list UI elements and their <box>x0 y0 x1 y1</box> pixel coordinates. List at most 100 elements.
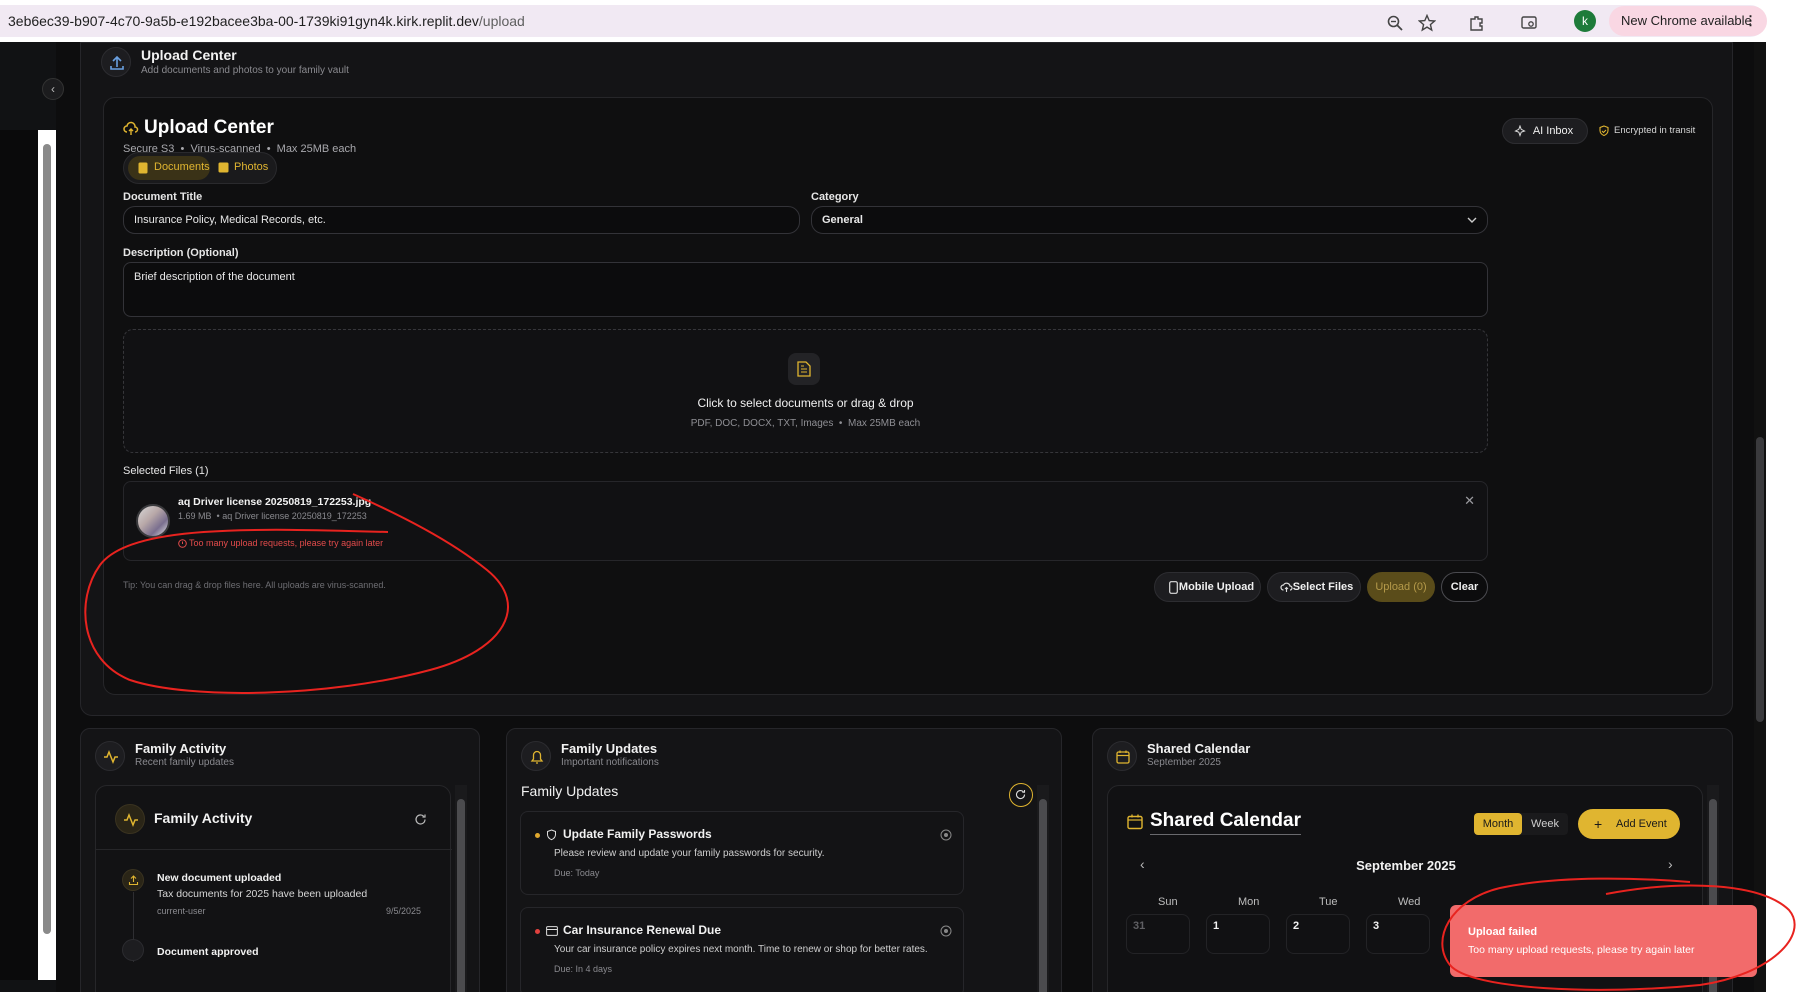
cloud-upload-icon <box>123 121 139 135</box>
toast-title: Upload failed <box>1468 926 1538 938</box>
select-files-button[interactable]: Select Files <box>1267 572 1361 602</box>
priority-dot <box>535 833 540 838</box>
updates-subtitle: Important notifications <box>561 757 659 768</box>
upload-submit-button[interactable]: Upload (0) <box>1367 572 1435 602</box>
file-name: aq Driver license 20250819_172253.jpg <box>178 496 372 508</box>
bell-icon <box>530 750 544 764</box>
page-scrollbar[interactable] <box>1754 42 1766 992</box>
tab-photos[interactable]: Photos <box>216 156 274 180</box>
updates-scroll-thumb[interactable] <box>1039 799 1047 992</box>
address-bar[interactable]: 3eb6ec39-b907-4c70-9a5b-e192bacee3ba-00-… <box>0 5 1766 37</box>
cloud-upload-icon <box>1280 582 1293 592</box>
upload-header-icon-wrap <box>101 47 131 77</box>
update-due: Due: In 4 days <box>554 964 613 974</box>
activity-icon <box>124 812 138 828</box>
update-item[interactable]: Update Family Passwords Please review an… <box>520 811 964 895</box>
refresh-button[interactable] <box>1009 783 1033 807</box>
calendar-title: Shared Calendar <box>1147 741 1251 756</box>
file-text-icon <box>797 361 811 377</box>
zoom-icon[interactable] <box>1386 14 1404 32</box>
smartphone-icon <box>1169 581 1178 594</box>
extensions-icon[interactable] <box>1468 14 1486 32</box>
encrypted-label: Encrypted in transit <box>1614 125 1696 136</box>
dropzone-icon-wrap <box>788 353 820 385</box>
plus-icon: + <box>1594 816 1603 832</box>
url-text[interactable]: 3eb6ec39-b907-4c70-9a5b-e192bacee3ba-00-… <box>8 13 525 29</box>
error-icon <box>178 539 187 548</box>
refresh-icon[interactable] <box>414 813 427 826</box>
file-error: Too many upload requests, please try aga… <box>189 538 384 548</box>
mark-read-icon[interactable] <box>940 829 952 841</box>
error-toast[interactable]: Upload failed Too many upload requests, … <box>1450 905 1757 977</box>
credit-card-icon <box>546 926 558 936</box>
activity-scroll-thumb[interactable] <box>457 799 465 992</box>
shield-check-icon <box>1599 125 1609 137</box>
calendar-header-icon-wrap <box>1107 741 1137 771</box>
tab-search-icon[interactable] <box>1520 14 1538 32</box>
left-panel <box>0 130 42 980</box>
section-title: Upload Center <box>141 47 237 63</box>
activity-icon <box>104 749 118 765</box>
chevron-down-icon <box>1467 217 1477 223</box>
activity-item-icon-wrap <box>122 939 144 961</box>
category-label: Category <box>811 191 859 203</box>
photo-icon <box>218 162 229 173</box>
family-activity-card: Family Activity Recent family updates Fa… <box>80 728 480 992</box>
weekday-header: Tue <box>1319 896 1338 908</box>
browser-chrome: 3eb6ec39-b907-4c70-9a5b-e192bacee3ba-00-… <box>0 0 1801 42</box>
file-thumbnail <box>136 504 170 538</box>
refresh-icon <box>1015 790 1026 800</box>
updates-scrollbar[interactable] <box>1037 785 1049 992</box>
page-scroll-thumb[interactable] <box>1756 437 1764 722</box>
profile-avatar[interactable]: k <box>1574 10 1596 32</box>
update-item[interactable]: Car Insurance Renewal Due Your car insur… <box>520 907 964 992</box>
category-select[interactable]: General <box>811 206 1488 234</box>
description-label: Description (Optional) <box>123 247 239 259</box>
activity-panel-header <box>96 786 452 850</box>
mobile-upload-button[interactable]: Mobile Upload <box>1154 572 1261 602</box>
shield-icon <box>547 829 556 841</box>
section-subtitle: Add documents and photos to your family … <box>141 65 349 76</box>
upload-type-tabs: Documents Photos <box>123 152 277 184</box>
tab-documents[interactable]: Documents <box>128 156 210 180</box>
collapse-sidebar-button[interactable]: ‹ <box>42 78 64 100</box>
month-label: September 2025 <box>1356 858 1456 873</box>
family-updates-card: Family Updates Important notifications F… <box>506 728 1062 992</box>
activity-item-title: New document uploaded <box>157 872 282 884</box>
activity-header-icon-wrap <box>95 741 125 771</box>
toast-message: Too many upload requests, please try aga… <box>1468 944 1695 956</box>
clear-button[interactable]: Clear <box>1441 572 1488 602</box>
view-toggle: Month Week <box>1474 813 1568 835</box>
description-textarea[interactable]: Brief description of the document <box>123 262 1488 317</box>
ai-inbox-button[interactable]: AI Inbox <box>1502 118 1588 144</box>
calendar-day[interactable]: 2 <box>1286 914 1350 954</box>
more-menu-icon[interactable]: ⋮ <box>1744 6 1757 36</box>
calendar-day[interactable]: 3 <box>1366 914 1430 954</box>
week-view-button[interactable]: Week <box>1522 813 1568 835</box>
updates-header-icon-wrap <box>521 741 551 771</box>
sparkle-icon <box>1514 125 1526 137</box>
app-page: ‹ Upload Center Add documents and photos… <box>0 42 1766 992</box>
new-chrome-button[interactable]: New Chrome available ⋮ <box>1609 6 1767 36</box>
mark-read-icon[interactable] <box>940 925 952 937</box>
update-desc: Please review and update your family pas… <box>554 848 825 859</box>
doc-title-input[interactable]: Insurance Policy, Medical Records, etc. <box>123 206 800 234</box>
add-event-button[interactable]: + Add Event <box>1578 809 1680 839</box>
doc-title-label: Document Title <box>123 191 203 203</box>
selected-file-row: aq Driver license 20250819_172253.jpg 1.… <box>123 481 1488 561</box>
sidebar-scroll-thumb[interactable] <box>43 144 51 934</box>
upload-icon <box>110 55 124 70</box>
next-month-icon[interactable]: › <box>1668 856 1673 872</box>
calendar-subtitle: September 2025 <box>1147 757 1221 768</box>
activity-item-desc: Tax documents for 2025 have been uploade… <box>157 888 368 900</box>
remove-file-icon[interactable]: ✕ <box>1464 493 1475 509</box>
calendar-day[interactable]: 1 <box>1206 914 1270 954</box>
update-due: Due: Today <box>554 868 600 878</box>
dropzone[interactable]: Click to select documents or drag & drop… <box>123 329 1488 453</box>
activity-panel: Family Activity New document uploaded Ta… <box>95 785 452 992</box>
activity-scrollbar[interactable] <box>455 785 467 992</box>
bookmark-star-icon[interactable] <box>1418 14 1436 32</box>
month-view-button[interactable]: Month <box>1474 813 1522 835</box>
dropzone-title: Click to select documents or drag & drop <box>697 396 914 410</box>
calendar-day[interactable]: 31 <box>1126 914 1190 954</box>
